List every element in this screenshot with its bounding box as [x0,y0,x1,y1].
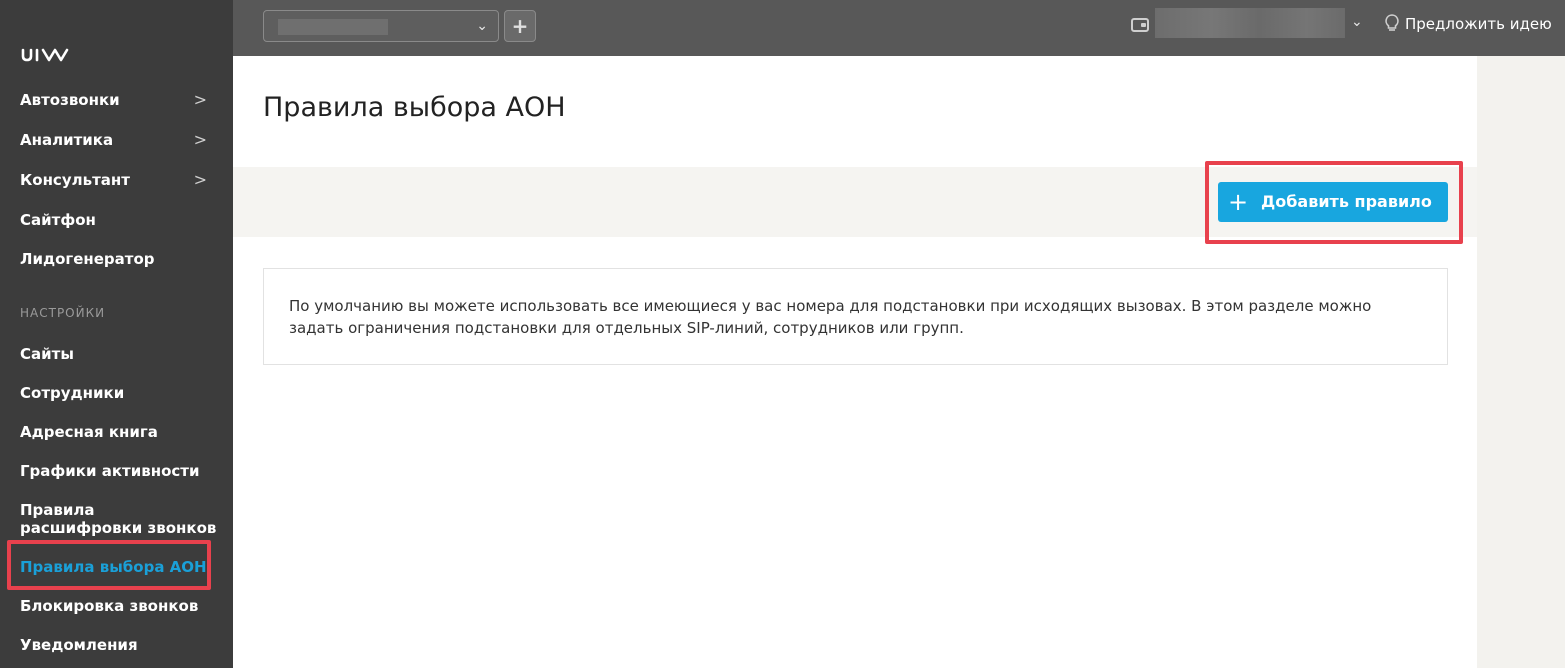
sidebar-item-label: Консультант [20,171,130,189]
sidebar-item-autocalls[interactable]: Автозвонки > [20,90,215,110]
sidebar-item-leadgen[interactable]: Лидогенератор [20,250,215,268]
chevron-down-icon[interactable]: ⌄ [1351,14,1363,30]
info-panel: По умолчанию вы можете использовать все … [263,268,1448,365]
active-item-highlight [7,540,211,590]
chevron-right-icon: > [193,90,207,109]
right-gutter [1477,56,1565,668]
page-title: Правила выбора АОН [263,92,566,123]
top-bar: ⌄ + ⌄ Предложить идею [233,0,1565,56]
sidebar-item-label: Лидогенератор [20,250,155,268]
sidebar-item-consultant[interactable]: Консультант > [20,170,215,190]
suggest-idea-label: Предложить идею [1405,15,1552,33]
chevron-right-icon: > [193,130,207,149]
sidebar-item-label: Автозвонки [20,91,120,109]
redacted-balance[interactable] [1155,8,1345,38]
sidebar-item-employees[interactable]: Сотрудники [20,384,215,402]
sidebar: Автозвонки > Аналитика > Консультант > С… [0,0,233,668]
sidebar-item-label: Сайтфон [20,211,96,229]
account-select[interactable]: ⌄ [263,10,499,42]
settings-section-label: НАСТРОЙКИ [20,306,106,320]
suggest-idea-link[interactable]: Предложить идею [1385,14,1552,33]
sidebar-item-label: Правила расшифровки звонков [20,501,217,537]
sidebar-item-sitephone[interactable]: Сайтфон [20,211,215,229]
logo-icon[interactable] [20,40,72,64]
wallet-icon [1131,18,1149,32]
sidebar-item-call-blocking[interactable]: Блокировка звонков [20,597,215,615]
lightbulb-icon [1385,14,1399,31]
sidebar-item-label: Графики активности [20,462,200,480]
redacted-account-name [278,19,388,35]
sidebar-item-analytics[interactable]: Аналитика > [20,130,215,150]
sidebar-item-label: Сайты [20,345,74,363]
sidebar-item-label: Сотрудники [20,384,125,402]
sidebar-item-label: Аналитика [20,131,114,149]
add-button-highlight [1205,161,1463,244]
chevron-right-icon: > [193,170,207,189]
info-text: По умолчанию вы можете использовать все … [289,297,1372,337]
main-content: Правила выбора АОН + Добавить правило По… [233,56,1477,668]
chevron-down-icon: ⌄ [476,18,488,34]
sidebar-item-activity-schedules[interactable]: Графики активности [20,462,215,480]
sidebar-item-notifications[interactable]: Уведомления [20,636,215,654]
sidebar-item-transcription-rules[interactable]: Правила расшифровки звонков [20,501,220,537]
sidebar-item-sites[interactable]: Сайты [20,345,215,363]
add-account-button[interactable]: + [504,10,536,42]
sidebar-item-label: Адресная книга [20,423,158,441]
sidebar-item-label: Блокировка звонков [20,597,199,615]
sidebar-item-address-book[interactable]: Адресная книга [20,423,215,441]
sidebar-item-label: Уведомления [20,636,138,654]
